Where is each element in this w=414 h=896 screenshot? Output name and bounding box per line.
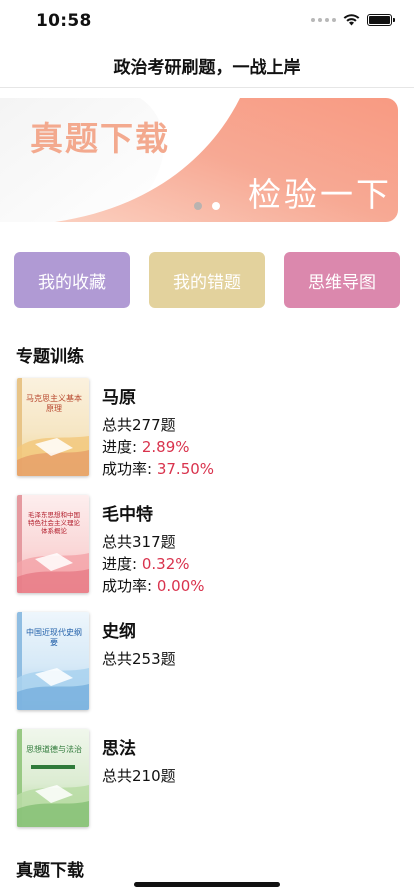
course-progress: 进度: 0.32% — [102, 553, 205, 575]
status-bar: 10:58 — [0, 0, 414, 44]
success-value: 37.50% — [156, 460, 215, 478]
course-success: 成功率: 37.50% — [102, 458, 214, 480]
course-info: 思法 总共210题 — [102, 734, 176, 787]
success-label: 成功率: — [102, 577, 153, 595]
success-label: 成功率: — [102, 460, 153, 478]
course-info: 史纲 总共253题 — [102, 617, 176, 670]
quick-action-row: 我的收藏 我的错题 思维导图 — [14, 252, 400, 308]
course-item-shigang[interactable]: 中国近现代史纲要 史纲 总共253题 — [0, 612, 414, 729]
course-name: 史纲 — [102, 622, 136, 642]
course-name: 思法 — [102, 739, 136, 759]
cellular-signal-icon — [311, 18, 336, 22]
status-icons — [311, 14, 395, 26]
banner-subtitle: 检验一下 — [248, 175, 392, 214]
section-title-training: 专题训练 — [16, 347, 84, 367]
section-title-download: 真题下载 — [16, 861, 84, 881]
book-cover-mayuan: 马克思主义基本原理 — [17, 378, 89, 476]
banner-carousel[interactable]: 真题下载 检验一下 — [0, 98, 398, 222]
course-info: 马原 总共277题 进度: 2.89% 成功率: 37.50% — [102, 383, 214, 480]
progress-value: 0.32% — [141, 555, 190, 573]
course-total: 总共210题 — [102, 767, 176, 785]
carousel-dot-1[interactable] — [194, 202, 202, 210]
carousel-dot-2[interactable] — [212, 202, 220, 210]
book-title-sifa: 思想道德与法治 — [26, 745, 82, 754]
course-total: 总共253题 — [102, 650, 176, 668]
book-cover-maozhongte: 毛泽东思想和中国特色社会主义理论体系概论 — [17, 495, 89, 593]
favorites-button[interactable]: 我的收藏 — [14, 252, 130, 308]
progress-value: 2.89% — [141, 438, 190, 456]
book-cover-shigang: 中国近现代史纲要 — [17, 612, 89, 710]
book-cover-sifa: 思想道德与法治 — [17, 729, 89, 827]
course-name: 马原 — [102, 388, 136, 408]
wrong-questions-button[interactable]: 我的错题 — [149, 252, 265, 308]
nav-bar: 政治考研刷题，一战上岸 — [0, 44, 414, 88]
course-info: 毛中特 总共317题 进度: 0.32% 成功率: 0.00% — [102, 500, 205, 597]
book-title-mayuan: 马克思主义基本原理 — [26, 394, 82, 413]
course-list: 马克思主义基本原理 马原 总共277题 进度: 2.89% 成功率: 37.50… — [0, 378, 414, 846]
status-time: 10:58 — [36, 11, 92, 31]
course-item-maozhongte[interactable]: 毛泽东思想和中国特色社会主义理论体系概论 毛中特 总共317题 进度: 0.32… — [0, 495, 414, 612]
wifi-icon — [343, 14, 360, 26]
mind-map-button[interactable]: 思维导图 — [284, 252, 400, 308]
course-progress: 进度: 2.89% — [102, 436, 214, 458]
course-item-sifa[interactable]: 思想道德与法治 思法 总共210题 — [0, 729, 414, 846]
course-total: 总共317题 — [102, 533, 176, 551]
page-title: 政治考研刷题，一战上岸 — [113, 58, 301, 78]
success-value: 0.00% — [156, 577, 205, 595]
home-indicator[interactable] — [134, 882, 280, 887]
course-name: 毛中特 — [102, 505, 153, 525]
progress-label: 进度: — [102, 555, 138, 573]
carousel-indicator[interactable] — [194, 202, 220, 210]
book-title-maozhongte: 毛泽东思想和中国特色社会主义理论体系概论 — [28, 511, 80, 535]
battery-icon — [367, 14, 395, 26]
banner-title: 真题下载 — [30, 119, 170, 158]
progress-label: 进度: — [102, 438, 138, 456]
course-total: 总共277题 — [102, 416, 176, 434]
course-success: 成功率: 0.00% — [102, 575, 205, 597]
course-item-mayuan[interactable]: 马克思主义基本原理 马原 总共277题 进度: 2.89% 成功率: 37.50… — [0, 378, 414, 495]
book-title-shigang: 中国近现代史纲要 — [26, 628, 82, 647]
